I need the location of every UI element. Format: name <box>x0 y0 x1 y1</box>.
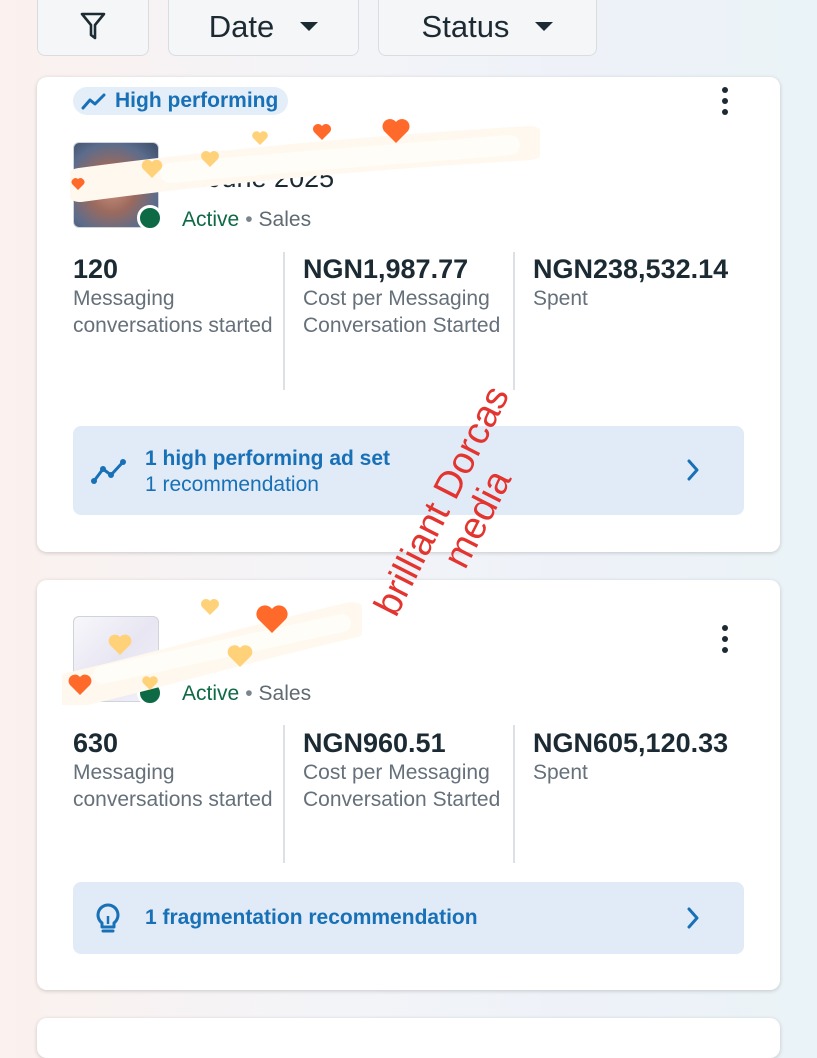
recommendation-banner[interactable]: 1 fragmentation recommendation <box>73 882 744 954</box>
metric-label: Cost per Messaging Conversation Started <box>303 761 501 811</box>
badge-label: High performing <box>115 89 279 112</box>
recommendation-banner[interactable]: 1 high performing ad set 1 recommendatio… <box>73 426 744 515</box>
chevron-down-icon <box>300 21 319 31</box>
active-status-dot <box>137 680 163 706</box>
campaign-card[interactable]: High performing …June 2025 Active • Sales … <box>37 77 780 552</box>
chevron-down-icon <box>535 21 554 31</box>
metric-results: 120 Messaging conversations started <box>73 253 283 339</box>
metric-label: Messaging conversations started <box>73 287 273 337</box>
campaign-status-line: Active • Sales <box>182 208 312 231</box>
campaign-card[interactable] <box>37 1018 780 1058</box>
metric-amount-spent: NGN605,120.33 Spent <box>533 727 738 787</box>
campaign-name[interactable]: …ADS <box>181 636 264 667</box>
metric-value: 630 <box>73 728 119 758</box>
lightbulb-icon <box>96 903 120 933</box>
filter-icon <box>80 12 106 40</box>
divider <box>283 725 285 863</box>
metric-label: Cost per Messaging Conversation Started <box>303 287 501 337</box>
objective-text: Sales <box>258 682 312 705</box>
metric-value: NGN960.51 <box>303 728 446 758</box>
divider <box>513 725 515 863</box>
recommendation-subtitle: 1 recommendation <box>145 473 319 496</box>
status-filter-dropdown[interactable]: Status <box>378 0 597 56</box>
active-status-dot <box>137 205 163 231</box>
status-text: Active <box>182 208 240 231</box>
metric-value: NGN605,120.33 <box>533 728 729 758</box>
divider <box>283 252 285 390</box>
more-options-icon[interactable] <box>722 87 728 120</box>
metric-amount-spent: NGN238,532.14 Spent <box>533 253 738 313</box>
trending-up-icon <box>81 93 106 110</box>
status-text: Active <box>182 682 240 705</box>
trending-up-icon <box>91 459 126 484</box>
metric-cost-per-result: NGN1,987.77 Cost per Messaging Conversat… <box>303 253 513 339</box>
chevron-right-icon <box>687 459 699 481</box>
objective-text: Sales <box>258 208 312 231</box>
recommendation-title: 1 fragmentation recommendation <box>145 906 478 929</box>
recommendation-title: 1 high performing ad set <box>145 447 391 470</box>
status-filter-label: Status <box>421 9 510 44</box>
metric-value: 120 <box>73 254 119 284</box>
metric-cost-per-result: NGN960.51 Cost per Messaging Conversatio… <box>303 727 513 813</box>
filter-bar: Date Status <box>0 0 817 60</box>
campaign-name[interactable]: …June 2025 <box>181 163 334 194</box>
date-filter-dropdown[interactable]: Date <box>168 0 359 56</box>
metric-label: Spent <box>533 761 588 784</box>
metric-results: 630 Messaging conversations started <box>73 727 283 813</box>
metric-label: Spent <box>533 287 588 310</box>
filter-button[interactable] <box>37 0 149 56</box>
metric-label: Messaging conversations started <box>73 761 273 811</box>
metric-value: NGN1,987.77 <box>303 254 469 284</box>
metric-value: NGN238,532.14 <box>533 254 729 284</box>
high-performing-badge: High performing <box>73 87 289 115</box>
chevron-right-icon <box>687 907 699 929</box>
campaign-status-line: Active • Sales <box>182 682 312 705</box>
more-options-icon[interactable] <box>722 625 728 658</box>
date-filter-label: Date <box>208 9 275 44</box>
